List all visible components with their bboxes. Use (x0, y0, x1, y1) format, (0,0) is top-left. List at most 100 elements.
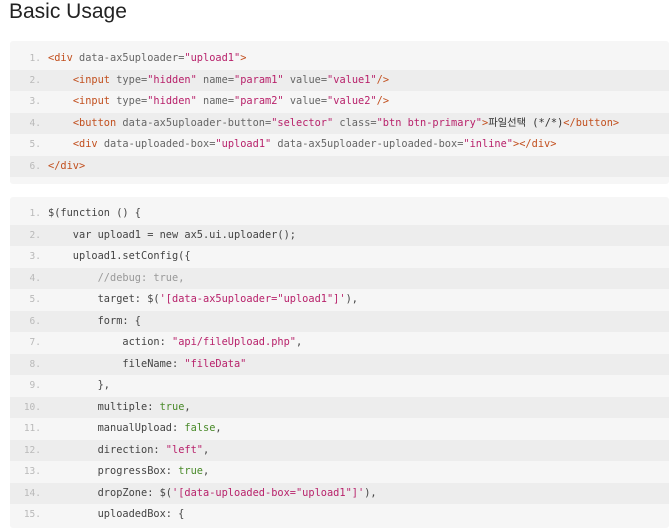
code-token: "inline" (463, 138, 514, 150)
code-token: "hidden" (147, 95, 197, 107)
line-number: 8. (29, 358, 41, 370)
code-line: 8. fileName: "fileData" (10, 353, 669, 376)
code-token: dropZone: $( (48, 486, 172, 499)
code-line: 6. </div> (10, 155, 669, 178)
code-token: "param1" (234, 73, 284, 86)
code-line: 6. form: { (10, 310, 669, 332)
code-token: "left" (165, 443, 203, 456)
code-token: multiple: (48, 400, 160, 413)
code-token: <input (72, 73, 111, 86)
code-token: ), (364, 486, 377, 499)
line-number: 9. (29, 380, 41, 391)
line-number: 6. (29, 315, 41, 327)
code-token: "param2" (234, 95, 284, 107)
code-line: 15. uploadedBox: { (10, 504, 669, 526)
line-code: action: "api/fileUpload.php", (48, 332, 302, 354)
code-token: '[data-uploaded-box="upload1"]' (172, 486, 365, 499)
code-line: 5. <div data-uploaded-box="upload1" data… (10, 134, 669, 156)
code-token: , (296, 336, 303, 348)
code-token: $(function () { (48, 207, 141, 219)
code-token: }, (48, 379, 110, 391)
code-line: 7. action: "api/fileUpload.php", (10, 332, 669, 354)
code-token: true (159, 400, 185, 413)
line-code: dropZone: $('[data-uploaded-box="upload1… (48, 483, 377, 505)
code-token: <input (72, 95, 111, 107)
code-token: progressBox: (48, 465, 179, 477)
code-line: 3. <input type="hidden" name="param2" va… (10, 91, 669, 113)
line-number: 1. (29, 53, 41, 64)
code-token: var upload1 = new ax5.ui.uploader(); (48, 228, 296, 241)
code-token: name= (196, 73, 235, 86)
code-token: action: (48, 336, 172, 348)
code-token: , (184, 400, 191, 413)
code-token: //debug: true, (97, 271, 185, 284)
line-number: 5. (29, 139, 41, 150)
line-number: 14. (23, 487, 41, 499)
line-code: multiple: true, (48, 397, 191, 419)
code-token: , (215, 422, 222, 434)
code-line: 11. manualUpload: false, (10, 418, 669, 440)
line-code: <div data-uploaded-box="upload1" data-ax… (48, 134, 557, 156)
code-line: 9. }, (10, 375, 669, 397)
line-number: 13. (23, 466, 41, 477)
code-token: "btn btn-primary" (376, 116, 482, 129)
code-token: ></div> (513, 138, 557, 150)
code-token: </button> (563, 116, 620, 129)
line-code: <input type="hidden" name="param1" value… (48, 70, 389, 92)
code-token: value= (283, 73, 328, 86)
line-number: 12. (23, 444, 41, 456)
code-token: fileName: (48, 357, 185, 370)
line-code: fileName: "fileData" (48, 354, 246, 376)
code-token: target: $( (48, 293, 160, 305)
code-token: manualUpload: (48, 422, 185, 434)
line-code: </div> (48, 156, 85, 178)
code-line: 1. $(function () { (10, 203, 669, 225)
line-number: 4. (29, 117, 41, 129)
code-token: 파일선택 (*/*) (488, 116, 564, 129)
line-number: 1. (29, 208, 41, 219)
code-token: "hidden" (147, 73, 197, 86)
line-code: <div data-ax5uploader="upload1"> (48, 48, 246, 70)
js-code-block: 1. $(function () { 2. var upload1 = new ax… (10, 197, 669, 528)
code-line: 10. multiple: true, (10, 396, 669, 419)
code-line: 4. <button data-ax5uploader-button="sele… (10, 112, 669, 135)
code-token: name= (196, 95, 235, 107)
line-number: 2. (29, 74, 41, 86)
line-number: 2. (29, 229, 41, 241)
line-code: <input type="hidden" name="param2" value… (48, 91, 389, 113)
line-number: 5. (29, 294, 41, 305)
code-token: true (178, 465, 203, 477)
line-code: direction: "left", (48, 440, 210, 462)
line-number: 15. (23, 509, 41, 520)
code-token: "selector" (271, 116, 334, 129)
code-token: , (203, 443, 210, 456)
code-token: </div> (48, 159, 86, 172)
html-code-block: 1. <div data-ax5uploader="upload1"> 2. <in… (10, 41, 669, 184)
code-token: form: { (48, 314, 141, 327)
code-token: uploadedBox: { (48, 508, 185, 520)
code-token: <div (72, 138, 98, 150)
line-code: uploadedBox: { (48, 504, 185, 526)
code-line: 13. progressBox: true, (10, 461, 669, 483)
line-number: 7. (29, 337, 41, 348)
code-token: '[data-ax5uploader="upload1"]' (159, 293, 346, 305)
line-code: upload1.setConfig({ (48, 246, 191, 268)
code-token: data-ax5uploader-uploaded-box= (271, 138, 464, 150)
line-number: 10. (23, 401, 41, 413)
code-line: 3. upload1.setConfig({ (10, 246, 669, 268)
line-code: <button data-ax5uploader-button="selecto… (48, 113, 619, 135)
code-line: 5. target: $('[data-ax5uploader="upload1… (10, 289, 669, 311)
page-title: Basic Usage (9, 0, 127, 23)
line-code: }, (48, 375, 110, 397)
code-token: , (203, 465, 210, 477)
code-token: data-ax5uploader-button= (116, 116, 272, 129)
line-code: $(function () { (48, 203, 141, 225)
code-token: false (184, 422, 216, 434)
code-token: value= (283, 95, 328, 107)
code-token: <div (48, 52, 73, 64)
